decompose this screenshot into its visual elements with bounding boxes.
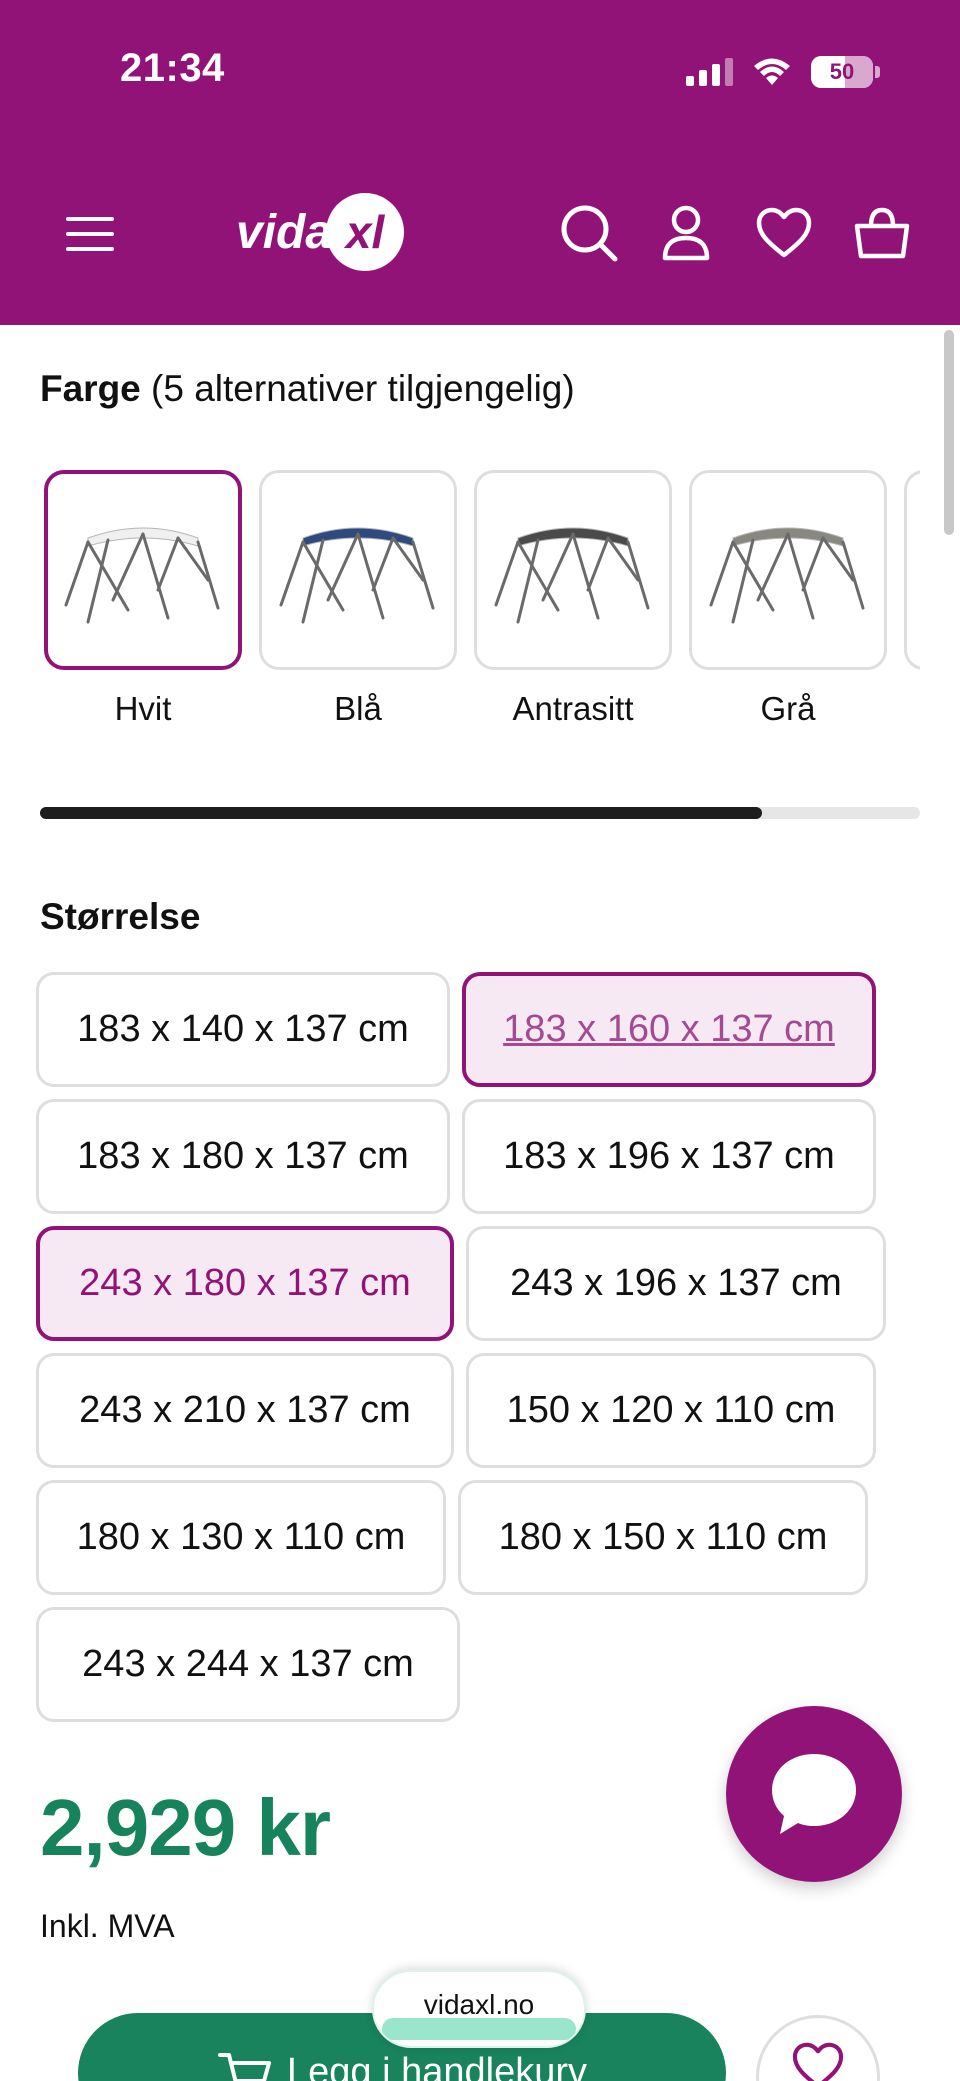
logo-text: vida bbox=[236, 205, 333, 259]
color-swatch-image[interactable] bbox=[474, 470, 672, 670]
color-title: Farge bbox=[40, 368, 141, 409]
size-option-button[interactable]: 183 x 196 x 137 cm bbox=[462, 1099, 876, 1214]
color-swatch-label: Blå bbox=[334, 690, 382, 727]
color-swatch[interactable]: Hvit bbox=[44, 470, 242, 728]
color-heading: Farge (5 alternativer tilgjengelig) bbox=[40, 368, 575, 410]
color-swatch-image[interactable] bbox=[689, 470, 887, 670]
color-swatch-image[interactable] bbox=[44, 470, 242, 670]
color-swatch[interactable]: Antrasitt bbox=[474, 470, 672, 728]
search-icon bbox=[561, 205, 618, 262]
color-swatch-image[interactable] bbox=[904, 470, 920, 670]
size-option-button[interactable]: 243 x 196 x 137 cm bbox=[466, 1226, 886, 1341]
status-icons: 50 bbox=[686, 52, 880, 92]
color-swatch-label: Grå bbox=[760, 690, 816, 727]
color-swatch-image[interactable] bbox=[259, 470, 457, 670]
basket-icon bbox=[854, 207, 910, 259]
logo-mark: xl bbox=[326, 193, 405, 271]
user-icon bbox=[662, 205, 710, 261]
battery-level: 50 bbox=[829, 59, 855, 84]
cart-button[interactable] bbox=[850, 200, 914, 266]
color-swatch-partial[interactable] bbox=[904, 470, 920, 670]
chat-bubble-icon bbox=[772, 1754, 856, 1834]
status-time: 21:34 bbox=[120, 46, 225, 90]
vidaxl-logo[interactable]: vida xl bbox=[236, 192, 405, 272]
swatch-scroll-indicator[interactable] bbox=[40, 807, 920, 819]
wishlist-button[interactable] bbox=[752, 200, 816, 266]
price-amount: 2,929 kr bbox=[40, 1783, 331, 1872]
browser-url-pill[interactable]: vidaxl.no bbox=[372, 1970, 586, 2048]
size-option-button[interactable]: 183 x 180 x 137 cm bbox=[36, 1099, 450, 1214]
search-button[interactable] bbox=[556, 200, 622, 266]
size-option-button[interactable]: 180 x 130 x 110 cm bbox=[36, 1480, 446, 1595]
add-to-cart-label: Legg i handlekurv bbox=[287, 2051, 587, 2081]
size-option-button[interactable]: 243 x 244 x 137 cm bbox=[36, 1607, 460, 1722]
color-swatch-label: Hvit bbox=[114, 690, 172, 727]
size-option-button[interactable]: 243 x 210 x 137 cm bbox=[36, 1353, 454, 1468]
size-option-button[interactable]: 150 x 120 x 110 cm bbox=[466, 1353, 876, 1468]
color-subtitle: (5 alternativer tilgjengelig) bbox=[151, 368, 575, 409]
size-option-button[interactable]: 183 x 160 x 137 cm bbox=[462, 972, 876, 1087]
page-scrollbar[interactable] bbox=[944, 330, 954, 535]
color-swatch[interactable]: Grå bbox=[689, 470, 887, 728]
header-bar: 21:34 50 vida xl bbox=[0, 0, 960, 325]
swatch-scroll-thumb[interactable] bbox=[40, 807, 762, 819]
bimini-top-icon bbox=[494, 527, 650, 624]
size-title: Størrelse bbox=[40, 896, 201, 937]
bimini-top-icon bbox=[64, 527, 220, 624]
size-option-button[interactable]: 183 x 140 x 137 cm bbox=[36, 972, 450, 1087]
bimini-top-icon bbox=[279, 527, 435, 624]
heart-outline-icon bbox=[792, 2042, 844, 2081]
bimini-top-icon bbox=[709, 527, 865, 624]
signal-icon bbox=[686, 58, 733, 86]
cart-icon bbox=[218, 2053, 271, 2081]
size-option-button[interactable]: 243 x 180 x 137 cm bbox=[36, 1226, 454, 1341]
browser-url: vidaxl.no bbox=[423, 1989, 535, 2020]
color-swatch-label: Antrasitt bbox=[512, 690, 634, 727]
color-swatch-carousel[interactable]: Hvit Blå Antrasitt Grå bbox=[40, 470, 920, 730]
menu-button[interactable] bbox=[58, 206, 122, 262]
menu-icon bbox=[66, 217, 114, 251]
account-button[interactable] bbox=[658, 200, 714, 266]
size-option-button[interactable]: 180 x 150 x 110 cm bbox=[458, 1480, 868, 1595]
heart-icon bbox=[756, 207, 812, 258]
battery-icon: 50 bbox=[811, 56, 873, 88]
chat-button[interactable] bbox=[726, 1706, 902, 1882]
color-swatch[interactable]: Blå bbox=[259, 470, 457, 728]
wifi-icon bbox=[754, 58, 790, 85]
